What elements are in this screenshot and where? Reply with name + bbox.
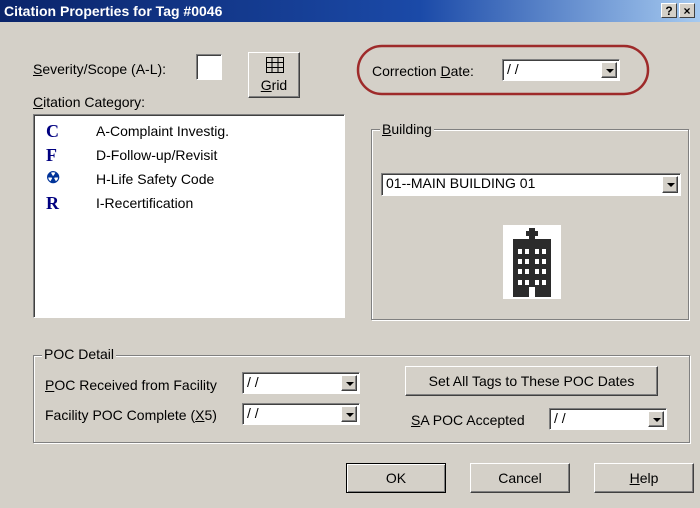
help-title-button[interactable]: ? [661, 3, 677, 18]
complaint-icon: C [46, 121, 59, 141]
sa-poc-accepted-combo[interactable]: / / [549, 408, 667, 430]
hospital-building-icon [503, 225, 561, 299]
chevron-down-icon[interactable] [662, 176, 678, 193]
life-safety-icon: ☢ [46, 170, 61, 187]
title-bar: Citation Properties for Tag #0046 [0, 0, 700, 22]
set-all-poc-dates-button[interactable]: Set All Tags to These POC Dates [405, 366, 658, 396]
chevron-down-icon[interactable] [648, 411, 664, 427]
building-group-label: Building [380, 121, 434, 137]
facility-poc-complete-combo[interactable]: / / [242, 403, 360, 425]
chevron-down-icon[interactable] [341, 375, 357, 391]
chevron-down-icon[interactable] [341, 406, 357, 422]
grid-icon [266, 57, 284, 73]
highlight-ellipse [356, 44, 650, 96]
question-icon: ? [665, 4, 673, 18]
grid-button[interactable]: Grid [248, 52, 300, 98]
cancel-button[interactable]: Cancel [470, 463, 570, 493]
poc-received-combo[interactable]: / / [242, 372, 360, 394]
help-button[interactable]: Help [594, 463, 694, 493]
close-icon: × [683, 4, 691, 18]
citation-properties-dialog: Citation Properties for Tag #0046 ? × Se… [0, 0, 700, 508]
sa-poc-accepted-label: SA POC Accepted [411, 412, 525, 428]
building-combo[interactable]: 01--MAIN BUILDING 01 [381, 173, 681, 196]
citation-category-list[interactable]: C A-Complaint Investig. F D-Follow-up/Re… [33, 114, 345, 318]
grid-button-label: Grid [260, 77, 288, 93]
severity-input[interactable] [196, 54, 222, 80]
ok-button[interactable]: OK [346, 463, 446, 493]
close-button[interactable]: × [679, 3, 695, 18]
window-title: Citation Properties for Tag #0046 [4, 3, 223, 19]
recert-icon: R [46, 193, 59, 213]
facility-poc-complete-label: Facility POC Complete (X5) [45, 407, 217, 423]
poc-detail-label: POC Detail [42, 346, 117, 362]
poc-received-label: POC Received from Facility [45, 377, 217, 393]
severity-label: Severity/Scope (A-L): [33, 61, 167, 77]
citation-category-label: Citation Category: [33, 94, 146, 110]
followup-icon: F [46, 145, 57, 165]
